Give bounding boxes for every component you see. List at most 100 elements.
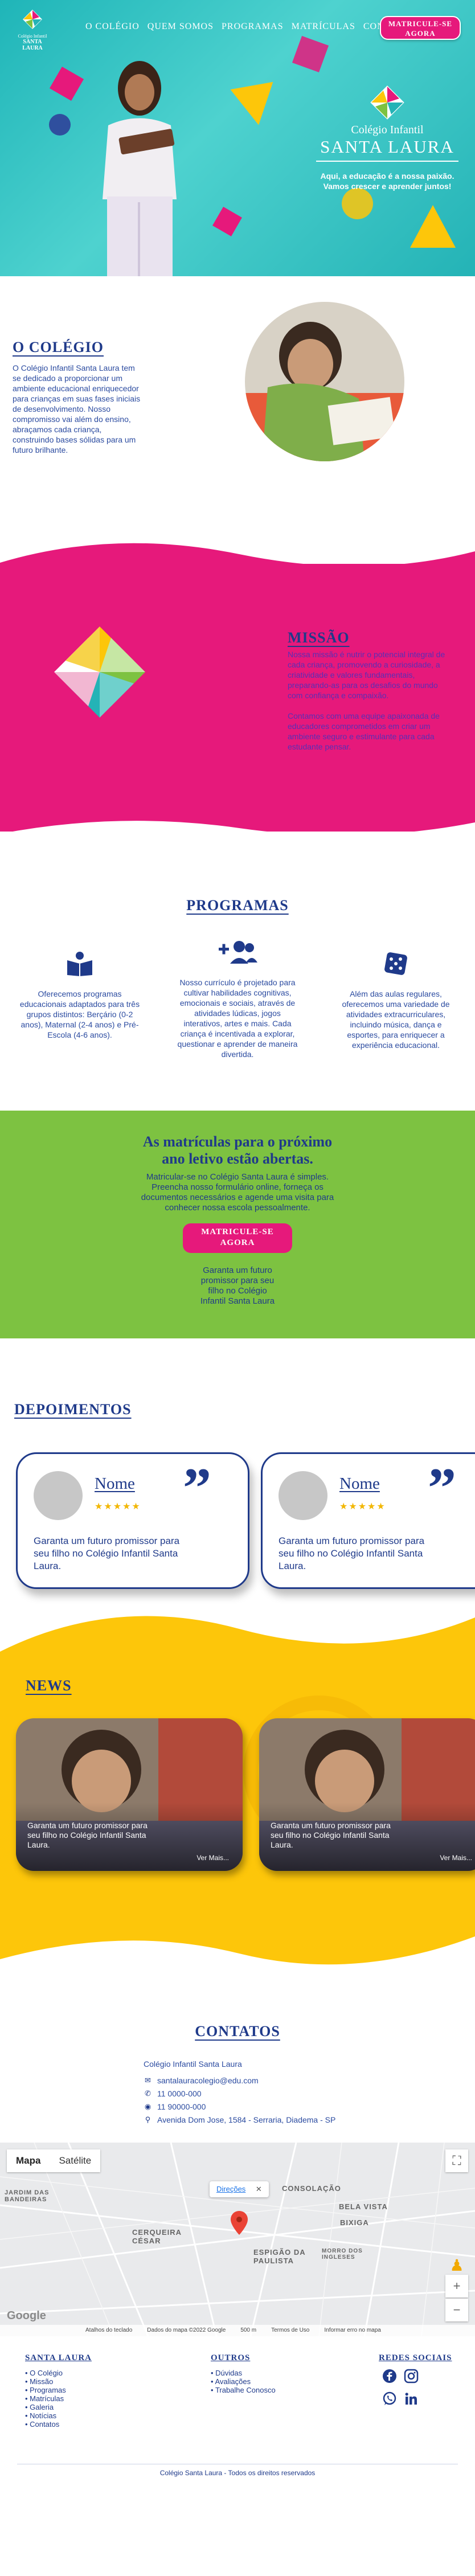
- envelope-icon: ✉: [145, 2075, 151, 2084]
- news-text: Garanta um futuro promissor para seu fil…: [271, 1821, 391, 1849]
- map-popup: Direções ✕: [210, 2181, 269, 2197]
- child-drawing-photo: [245, 302, 404, 461]
- enroll-now-button-2[interactable]: MATRICULE-SE AGORA: [183, 1223, 292, 1253]
- linkedin-icon[interactable]: [404, 2391, 419, 2406]
- program-text-2: Nosso currículo é projetado para cultiva…: [177, 978, 298, 1059]
- testimonial-name: Nome: [95, 1475, 135, 1493]
- logo-line1: Colégio Infantil: [18, 34, 47, 39]
- map-tab-satellite[interactable]: Satélite: [50, 2149, 100, 2172]
- embedded-map[interactable]: Mapa Satélite ⛶ ♟ + − Direções ✕ CONSOLA…: [0, 2143, 475, 2336]
- pinwheel-logo-icon: [370, 85, 404, 120]
- missao-section: MISSÃO Nossa missão é nutrir o potencial…: [0, 543, 475, 832]
- contact-info: Colégio Infantil Santa Laura ✉ santalaura…: [144, 2057, 335, 2126]
- blue-circle-decoration: [49, 114, 71, 136]
- footer-col-title: REDES SOCIAIS: [379, 2353, 452, 2362]
- map-label: ESPIGÃO DA PAULISTA: [253, 2248, 306, 2265]
- news-card[interactable]: Garanta um futuro promissor para seu fil…: [259, 1718, 475, 1871]
- map-scale: 500 m: [240, 2327, 257, 2333]
- footer-link[interactable]: O Colégio: [25, 2369, 92, 2377]
- footer-link[interactable]: Programas: [25, 2386, 92, 2394]
- section-title-contatos: CONTATOS: [195, 2023, 280, 2039]
- footer-link[interactable]: Dúvidas: [211, 2369, 276, 2377]
- section-title-news: NEWS: [26, 1677, 72, 1694]
- section-title-programas: PROGRAMAS: [186, 897, 289, 914]
- facebook-icon[interactable]: [382, 2369, 397, 2383]
- footer-link[interactable]: Trabalhe Conosco: [211, 2386, 276, 2394]
- map-label: JARDIM DAS BANDEIRAS: [5, 2189, 50, 2203]
- pink-square-decoration: [292, 35, 329, 73]
- footer-col-outros: OUTROS Dúvidas Avaliações Trabalhe Conos…: [211, 2353, 276, 2394]
- news-card[interactable]: Garanta um futuro promissor para seu fil…: [16, 1718, 243, 1871]
- map-label: CERQUEIRA CÉSAR: [132, 2228, 182, 2245]
- map-label: BELA VISTA: [339, 2202, 388, 2211]
- footer-col-santa-laura: SANTA LAURA O Colégio Missão Programas M…: [25, 2353, 92, 2428]
- pink-square-decoration: [212, 207, 242, 236]
- map-shortcuts-link[interactable]: Atalhos do teclado: [85, 2325, 132, 2336]
- zoom-out-button[interactable]: −: [445, 2299, 468, 2321]
- google-logo: Google: [7, 2309, 46, 2322]
- program-text-3: Além das aulas regulares, oferecemos uma…: [342, 989, 450, 1050]
- map-terms-link[interactable]: Termos de Uso: [271, 2325, 309, 2336]
- footer-link[interactable]: Notícias: [25, 2411, 92, 2420]
- section-title-colegio: O COLÉGIO: [13, 339, 104, 355]
- instagram-icon[interactable]: [404, 2369, 419, 2383]
- girl-with-book-image: [103, 61, 177, 276]
- map-marker-icon[interactable]: [231, 2211, 248, 2235]
- site-footer: SANTA LAURA O Colégio Missão Programas M…: [0, 2336, 475, 2487]
- zoom-in-button[interactable]: +: [445, 2275, 468, 2297]
- pinwheel-logo-large-icon: [54, 626, 145, 718]
- directions-link[interactable]: Direções: [216, 2185, 245, 2193]
- contact-name: Colégio Infantil Santa Laura: [144, 2059, 242, 2069]
- footer-link[interactable]: Matrículas: [25, 2394, 92, 2403]
- section-title-depoimentos: DEPOIMENTOS: [14, 1401, 132, 1418]
- footer-link[interactable]: Contatos: [25, 2420, 92, 2428]
- map-report-link[interactable]: Informar erro no mapa: [324, 2325, 381, 2336]
- fullscreen-icon[interactable]: ⛶: [445, 2149, 468, 2172]
- hero-brand-block: Colégio Infantil SANTA LAURA Aqui, a edu…: [310, 83, 464, 191]
- see-more-link[interactable]: Ver Mais...: [196, 1854, 229, 1862]
- contact-email-link[interactable]: santalauracolegio@edu.com: [157, 2076, 259, 2085]
- avatar: [279, 1471, 327, 1520]
- programas-section: PROGRAMAS Oferecemos programas educacion…: [0, 821, 475, 1111]
- footer-link[interactable]: Missão: [25, 2377, 92, 2386]
- brand-logo[interactable]: Colégio Infantil SANTA LAURA: [13, 8, 52, 51]
- colegio-text: O Colégio Infantil Santa Laura tem se de…: [13, 363, 141, 454]
- program-text-1: Oferecemos programas educacionais adapta…: [19, 989, 140, 1039]
- matriculas-title: As matrículas para o próximo ano letivo …: [142, 1133, 333, 1167]
- contact-phone-link[interactable]: 11 0000-000: [157, 2089, 202, 2098]
- yellow-triangle-decoration: [410, 205, 456, 248]
- magenta-wave-top: [0, 543, 475, 585]
- yellow-circle-decoration: [342, 188, 373, 219]
- footer-link[interactable]: Avaliações: [211, 2377, 276, 2386]
- logo-line2: SANTA LAURA: [22, 39, 43, 51]
- book-reader-icon: [67, 952, 92, 976]
- nav-item-quem-somos[interactable]: QUEM SOMOS: [148, 22, 214, 32]
- rating-stars: ★★★★★: [339, 1502, 386, 1512]
- section-title-missao: MISSÃO: [288, 629, 350, 646]
- program-item-3: Além das aulas regulares, oferecemos uma…: [333, 951, 458, 1050]
- footer-col-title: SANTA LAURA: [25, 2353, 92, 2362]
- map-label: CONSOLAÇÃO: [282, 2184, 341, 2193]
- footer-col-title: OUTROS: [211, 2353, 251, 2362]
- quote-icon: ”: [428, 1456, 456, 1520]
- whatsapp-icon[interactable]: [382, 2391, 397, 2406]
- hero-tagline: Aqui, a educação é a nossa paixão. Vamos…: [320, 171, 454, 191]
- users-plus-icon: [219, 941, 257, 964]
- footer-link[interactable]: Galeria: [25, 2403, 92, 2411]
- contact-address: Avenida Dom Jose, 1584 - Serraria, Diade…: [157, 2115, 336, 2124]
- hero-subtitle: Colégio Infantil: [351, 124, 424, 136]
- map-data-credit: Dados do mapa ©2022 Google: [147, 2327, 226, 2333]
- copyright-text: Colégio Santa Laura - Todos os direitos …: [159, 2469, 316, 2477]
- nav-item-programas[interactable]: PROGRAMAS: [222, 22, 284, 32]
- popup-close-icon[interactable]: ✕: [256, 2185, 262, 2193]
- enroll-now-button[interactable]: MATRICULE-SE AGORA: [380, 16, 461, 40]
- see-more-link[interactable]: Ver Mais...: [440, 1854, 472, 1862]
- nav-item-o-colegio[interactable]: O COLÉGIO: [85, 22, 140, 32]
- rating-stars: ★★★★★: [95, 1502, 141, 1512]
- main-nav: O COLÉGIO QUEM SOMOS PROGRAMAS MATRÍCULA…: [85, 22, 409, 32]
- contact-whatsapp-link[interactable]: 11 90000-000: [157, 2102, 206, 2111]
- nav-item-matriculas[interactable]: MATRÍCULAS: [292, 22, 355, 32]
- program-item-2: Nosso currículo é projetado para cultiva…: [175, 940, 300, 1059]
- depoimentos-section: DEPOIMENTOS Nome ★★★★★ ” Garanta um futu…: [0, 1338, 475, 1589]
- map-tab-map[interactable]: Mapa: [7, 2149, 50, 2172]
